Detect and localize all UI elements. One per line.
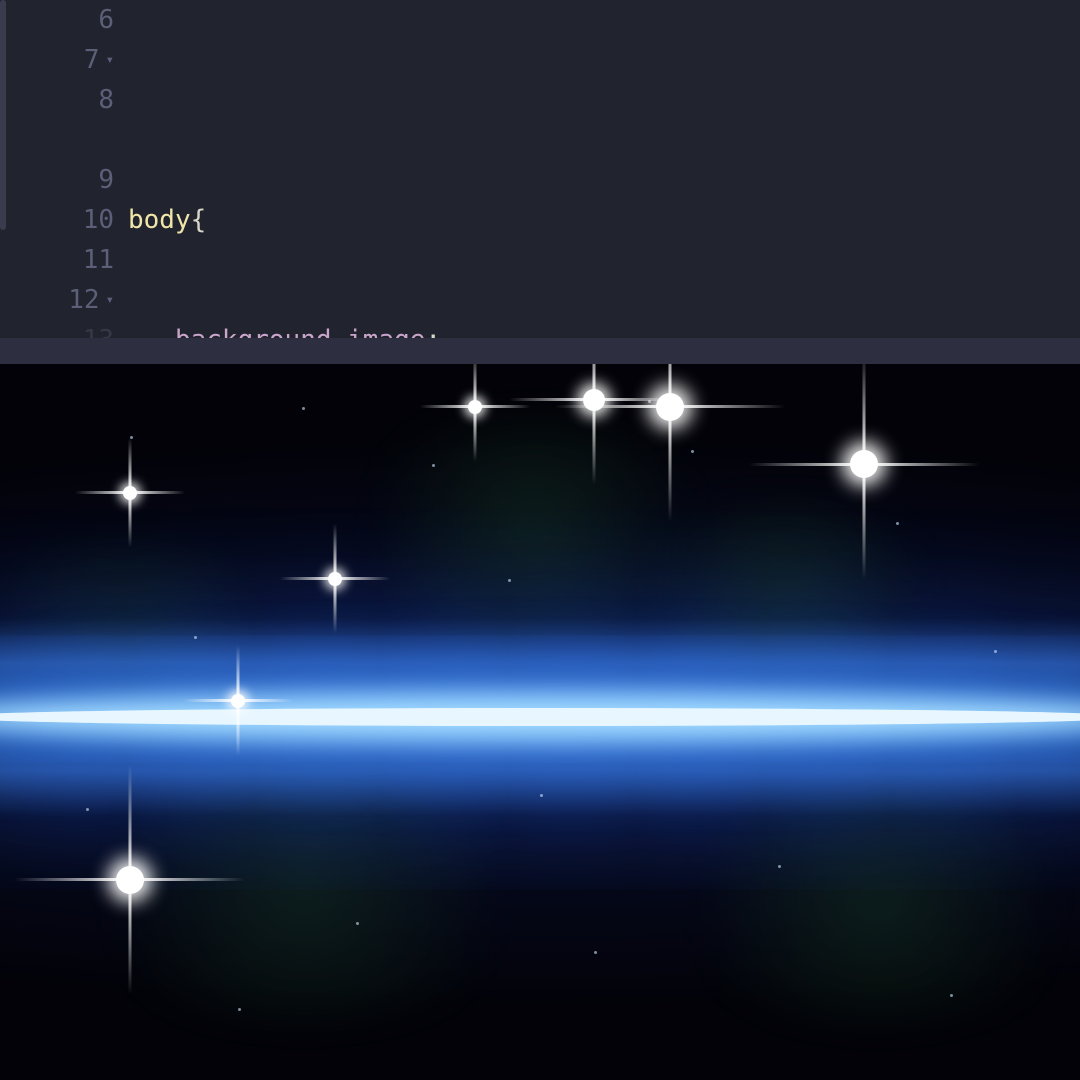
line-number: 6 [0, 0, 128, 40]
line-number [0, 120, 128, 160]
code-line: body{ [128, 200, 1080, 240]
line-number: 13 [0, 320, 128, 338]
line-number: 12▾ [0, 280, 128, 320]
fold-icon[interactable]: ▾ [106, 293, 114, 307]
line-number: 11 [0, 240, 128, 280]
scrollbar[interactable] [0, 0, 6, 230]
code-line [128, 80, 1080, 120]
preview-pane [0, 364, 1080, 1080]
code-editor[interactable]: 6 7▾ 8 9 10 11 12▾ 13 body{ background-i… [0, 0, 1080, 338]
code-line: background-image: [128, 320, 1080, 338]
pane-divider[interactable] [0, 338, 1080, 364]
galactic-plane [0, 708, 1080, 726]
code-area[interactable]: body{ background-image: url(https://i.im… [128, 0, 1080, 338]
fold-icon[interactable]: ▾ [106, 53, 114, 67]
line-number: 7▾ [0, 40, 128, 80]
line-number-gutter: 6 7▾ 8 9 10 11 12▾ 13 [0, 0, 128, 338]
line-number: 9 [0, 160, 128, 200]
line-number: 10 [0, 200, 128, 240]
line-number: 8 [0, 80, 128, 120]
